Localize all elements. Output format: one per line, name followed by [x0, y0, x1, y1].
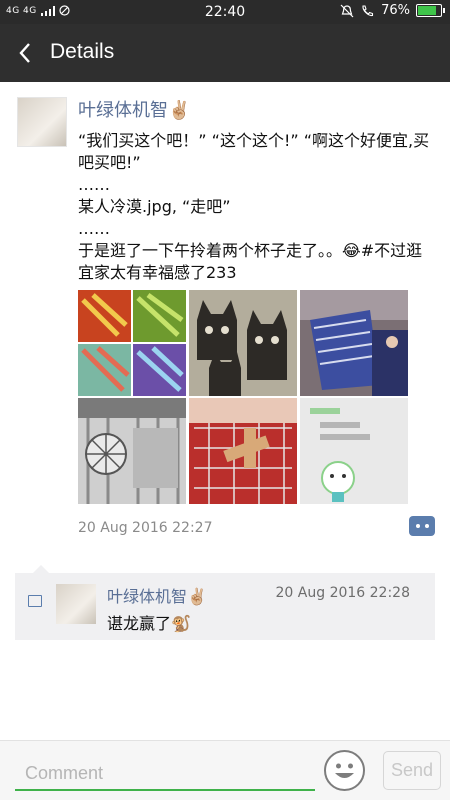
post-text: “我们买这个吧！” “这个这个!” “啊这个好便宜,买吧买吧!” …… 某人冷漠…: [78, 130, 433, 284]
post-line: “我们买这个吧！” “这个这个!” “啊这个好便宜,买吧买吧!”: [78, 131, 430, 172]
photo-grid: [78, 290, 408, 504]
smiley-icon: [335, 763, 354, 778]
page-title: Details: [50, 40, 115, 63]
photo-thumbnail[interactable]: [78, 398, 186, 504]
comment-section: 叶绿体机智✌🏼 20 Aug 2016 22:28 谌龙赢了🐒: [15, 565, 435, 640]
photo-thumbnail[interactable]: [300, 398, 408, 504]
post-line: ……: [78, 175, 110, 194]
commenter-name[interactable]: 叶绿体机智✌🏼: [107, 583, 207, 607]
comment-icon: [28, 595, 42, 607]
commenter-avatar[interactable]: [56, 584, 96, 624]
battery-percent: 76%: [381, 3, 410, 18]
photo-thumbnail[interactable]: [78, 290, 186, 396]
battery-fill: [418, 6, 437, 15]
comment-bar: Send: [0, 740, 450, 800]
photo-thumbnail[interactable]: [189, 398, 297, 504]
dot: [424, 524, 429, 528]
back-button[interactable]: [10, 38, 40, 68]
battery-icon: [416, 4, 445, 17]
header: Details: [0, 24, 450, 82]
photo-thumbnail[interactable]: [300, 290, 408, 396]
dot: [415, 524, 420, 528]
post-line: 某人冷漠.jpg, “走吧”: [78, 197, 231, 216]
status-bar: 4G 4G 22:40 76%: [0, 0, 450, 24]
comment-input[interactable]: [15, 757, 315, 791]
alarm-bell-icon: [340, 4, 354, 17]
post-timestamp: 20 Aug 2016 22:27: [78, 520, 213, 536]
author-name[interactable]: 叶绿体机智✌🏼: [78, 96, 190, 122]
send-button[interactable]: Send: [383, 751, 441, 790]
comment-text[interactable]: 谌龙赢了🐒: [107, 610, 191, 634]
author-avatar[interactable]: [17, 97, 67, 147]
photo-thumbnail[interactable]: [189, 290, 297, 396]
post-line: ……: [78, 219, 110, 238]
comment-action-button[interactable]: [409, 516, 435, 536]
back-arrow-icon: [19, 43, 30, 63]
emoji-button[interactable]: [324, 750, 365, 791]
post-line: 于是逛了一下午拎着两个杯子走了。。😂#不过逛宜家太有幸福感了233: [78, 241, 423, 282]
phone-call-icon: [362, 4, 374, 16]
comment-time: 20 Aug 2016 22:28: [275, 585, 410, 601]
